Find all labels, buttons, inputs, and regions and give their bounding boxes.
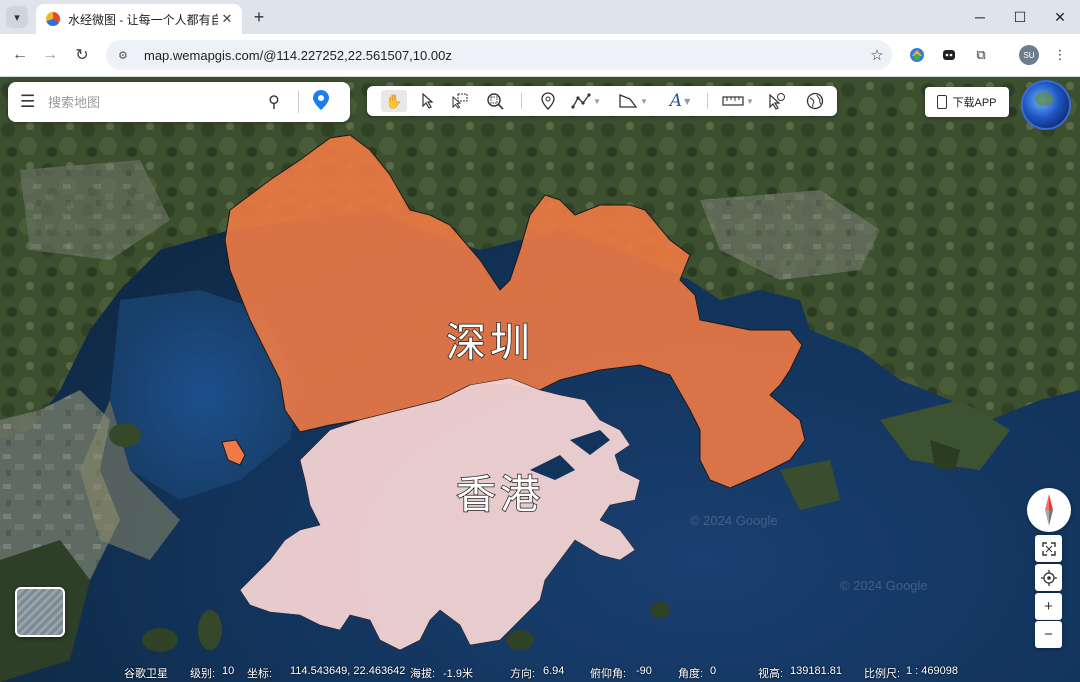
view-height-label: 视高:: [758, 668, 784, 680]
coordinate-value: 114.543649, 22.463642: [290, 665, 406, 677]
browser-tab[interactable]: 水经微图 - 让每一个人都有自己 ✕: [36, 4, 242, 34]
map-label-hongkong: 香港: [456, 472, 544, 518]
compass-button[interactable]: [1027, 488, 1071, 532]
download-app-label: 下载APP: [952, 97, 997, 109]
locate-crosshair-icon: [1040, 569, 1057, 586]
download-app-button[interactable]: 下载APP: [925, 87, 1009, 117]
close-tab-icon[interactable]: ✕: [218, 11, 236, 27]
new-tab-button[interactable]: +: [248, 6, 270, 28]
address-bar[interactable]: ⚙ map.wemapgis.com/@114.227252,22.561507…: [106, 40, 892, 70]
level-value: 10: [222, 665, 235, 677]
map-label-shenzhen: 深圳: [446, 320, 534, 366]
compass-icon: [1045, 494, 1053, 526]
search-input[interactable]: [46, 93, 260, 111]
phone-icon: [937, 95, 948, 109]
reload-button[interactable]: ↻: [70, 43, 94, 67]
view-height-value: 139181.81: [790, 665, 842, 677]
browser-toolbar: ← → ↻ ⚙ map.wemapgis.com/@114.227252,22.…: [0, 34, 1080, 77]
search-panel: ☰ ⚲: [8, 82, 350, 122]
close-window-button[interactable]: ✕: [1040, 0, 1080, 34]
bookmark-star-icon[interactable]: ☆: [862, 46, 892, 64]
pick-info-icon[interactable]: [765, 90, 789, 112]
forward-button[interactable]: →: [38, 43, 62, 67]
select-area-icon[interactable]: [449, 90, 471, 112]
browser-menu-icon[interactable]: ⋮: [1050, 45, 1070, 65]
location-pin-icon[interactable]: [309, 89, 333, 115]
toolbar-divider: [521, 93, 522, 109]
coordinate-label: 坐标:: [247, 668, 273, 680]
toolbar-divider: [707, 93, 708, 109]
google-watermark: © 2024 Google: [840, 578, 928, 593]
extension-icon[interactable]: [907, 45, 927, 65]
status-bar: 谷歌卫星 级别: 10 坐标: 114.543649, 22.463642 海拔…: [0, 660, 1080, 682]
map-toolbar: ✋ ▼ ▼ A ▼ ▼: [367, 86, 837, 116]
direction-label: 方向:: [510, 668, 536, 680]
extension-game-icon[interactable]: [939, 45, 959, 65]
scale-label: 比例尺:: [864, 668, 901, 680]
google-watermark: © 2024 Google: [690, 513, 778, 528]
angle-label: 角度:: [678, 668, 704, 680]
menu-icon[interactable]: ☰: [20, 92, 40, 112]
zoom-search-icon[interactable]: [483, 90, 507, 112]
browser-tab-bar: ▾ 水经微图 - 让每一个人都有自己 ✕ + ─ ☐ ✕: [0, 0, 1080, 34]
profile-avatar[interactable]: SU: [1019, 45, 1039, 65]
zoom-in-button[interactable]: +: [1035, 593, 1062, 620]
url-text[interactable]: map.wemapgis.com/@114.227252,22.561507,1…: [144, 48, 862, 63]
altitude-value: -1.9米: [443, 668, 473, 680]
select-arrow-icon[interactable]: [417, 90, 439, 112]
search-divider: [298, 91, 299, 113]
layer-switcher[interactable]: [15, 587, 65, 637]
pitch-value: -90: [636, 665, 652, 677]
maximize-button[interactable]: ☐: [1000, 0, 1040, 34]
tab-list-button[interactable]: ▾: [6, 6, 28, 28]
locate-button[interactable]: [1035, 564, 1062, 591]
pitch-label: 俯仰角:: [590, 668, 627, 680]
polyline-icon[interactable]: ▼: [569, 90, 603, 112]
minimize-button[interactable]: ─: [960, 0, 1000, 34]
polygon-icon[interactable]: ▼: [615, 90, 651, 112]
map-canvas[interactable]: 深圳 香港 © 2024 Google © 2024 Google: [0, 77, 1080, 682]
zoom-out-button[interactable]: −: [1035, 621, 1062, 648]
fullscreen-button[interactable]: [1035, 535, 1062, 562]
globe-view-icon[interactable]: [803, 90, 827, 112]
angle-value: 0: [710, 665, 717, 677]
marker-icon[interactable]: [537, 90, 559, 112]
search-icon[interactable]: ⚲: [260, 92, 288, 112]
fullscreen-icon: [1041, 541, 1056, 556]
pan-hand-icon[interactable]: ✋: [381, 90, 407, 112]
site-info-icon[interactable]: ⚙: [118, 49, 134, 62]
back-button[interactable]: ←: [8, 43, 32, 67]
level-label: 级别:: [190, 668, 216, 680]
direction-value: 6.94: [543, 665, 565, 677]
map-source: 谷歌卫星: [124, 668, 168, 680]
scale-value: 1 : 469098: [906, 665, 958, 677]
earth-globe-icon[interactable]: [1021, 80, 1071, 130]
extensions-puzzle-icon[interactable]: ⧉: [971, 45, 991, 65]
favicon-icon: [46, 12, 60, 26]
text-tool-icon[interactable]: A ▼: [663, 90, 697, 112]
measure-ruler-icon[interactable]: ▼: [719, 90, 757, 112]
satellite-map[interactable]: 深圳 香港 © 2024 Google © 2024 Google: [0, 77, 1080, 682]
tab-title: 水经微图 - 让每一个人都有自己: [68, 12, 218, 27]
altitude-label: 海拔:: [410, 668, 436, 680]
